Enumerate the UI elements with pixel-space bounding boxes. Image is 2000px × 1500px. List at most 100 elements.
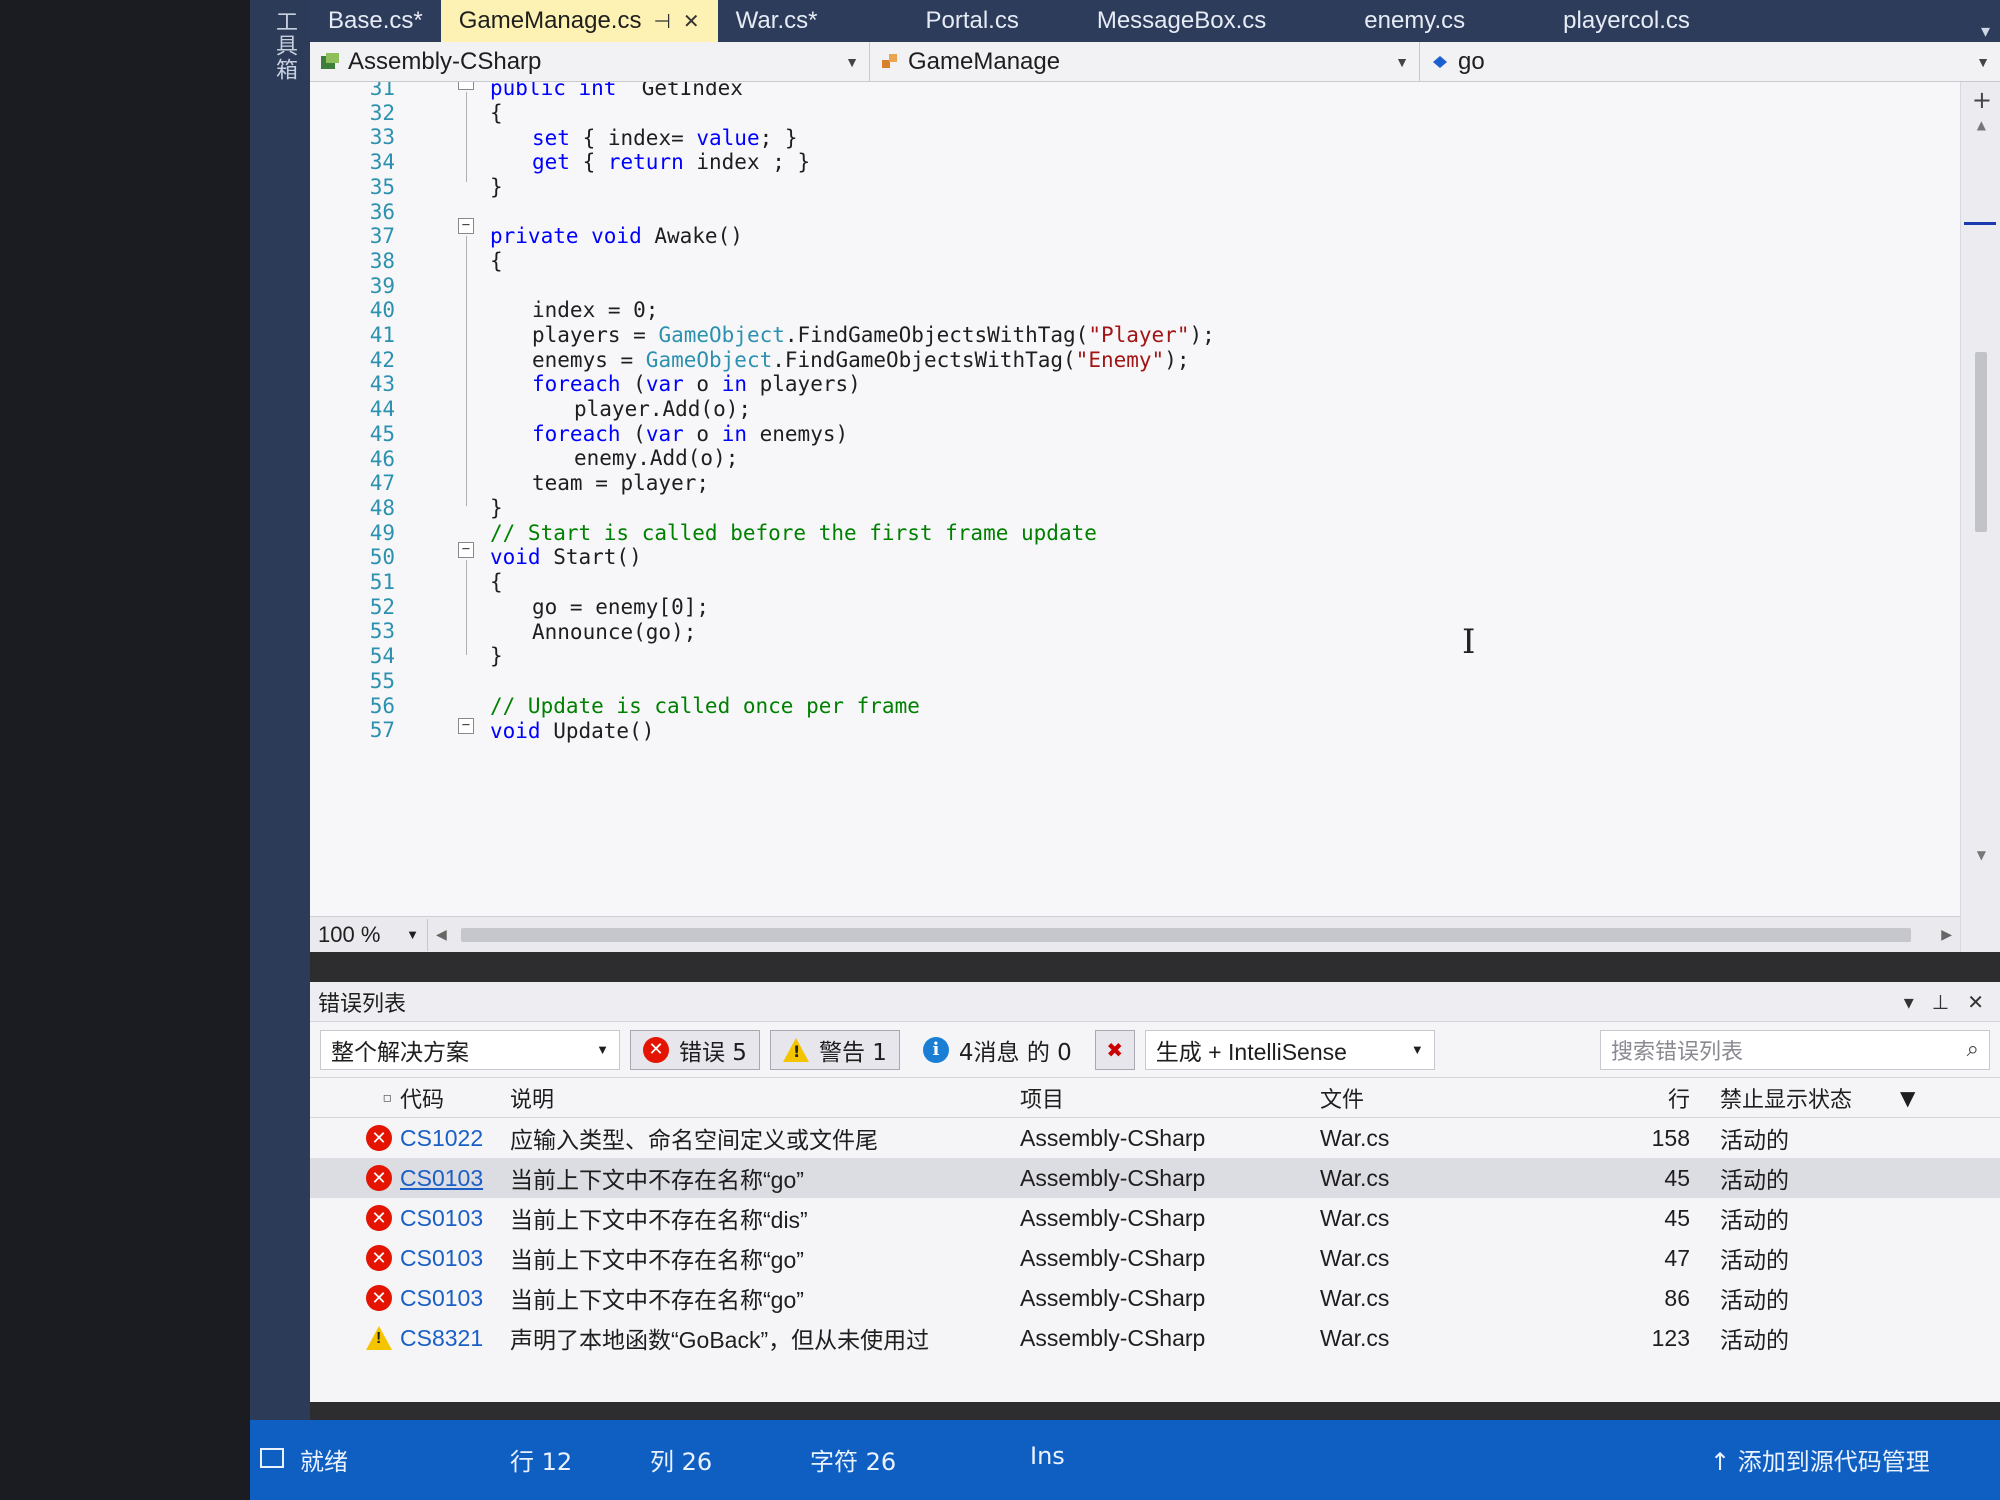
collapse-region-icon[interactable]: − xyxy=(458,82,474,90)
split-window-icon[interactable]: + xyxy=(1972,86,1992,114)
column-description[interactable]: 说明 xyxy=(510,1082,1020,1114)
error-row[interactable]: ✕ CS1022 应输入类型、命名空间定义或文件尾 Assembly-CSharp Wa… xyxy=(310,1118,2000,1158)
search-icon[interactable]: ⌕ xyxy=(1967,1037,1979,1062)
errors-filter-button[interactable]: ✕ 错误 5 xyxy=(630,1029,760,1070)
scroll-up-icon[interactable]: ▲ xyxy=(1977,118,1986,132)
code-line: index = 0; xyxy=(532,298,659,322)
line-number-gutter: 31 32 33 34 35 36 37 38 39 40 41 42 43 44 45 46 47 48 49 50… xyxy=(310,82,410,952)
code-line: enemy.Add(o); xyxy=(574,446,739,470)
error-code[interactable]: CS0103 xyxy=(400,1205,510,1232)
code-line: { xyxy=(490,570,503,594)
chevron-down-icon: ▼ xyxy=(1410,1042,1424,1057)
zoom-level: 100 % xyxy=(318,921,381,947)
tab-war[interactable]: War.cs* xyxy=(718,0,836,42)
error-line: 45 xyxy=(1664,1204,1690,1231)
scrollbar-thumb[interactable] xyxy=(1975,352,1987,532)
status-char: 字符 26 xyxy=(810,1448,897,1476)
error-code[interactable]: CS0103 xyxy=(400,1285,510,1312)
line-number: 45 xyxy=(369,421,395,446)
scope-value: 整个解决方案 xyxy=(331,1038,469,1065)
line-number: 48 xyxy=(369,495,395,520)
code-editor[interactable]: 31 32 33 34 35 36 37 38 39 40 41 42 43 44 45 46 47 48 49 50… xyxy=(310,82,2000,952)
messages-filter-button[interactable]: i 4消息 的 0 xyxy=(910,1030,1085,1070)
collapse-region-icon[interactable]: − xyxy=(458,718,474,734)
pin-icon[interactable]: ⊥ xyxy=(1932,990,1949,1014)
error-row[interactable]: ✕ CS0103 当前上下文中不存在名称“go” Assembly-CSharp War… xyxy=(310,1278,2000,1318)
chevron-down-icon: ▼ xyxy=(1395,54,1409,70)
error-code[interactable]: CS8321 xyxy=(400,1325,510,1352)
source-control-button[interactable]: ↑ 添加到源代码管理 xyxy=(1710,1442,1930,1477)
tab-label: playercol.cs xyxy=(1563,7,1690,34)
line-number: 40 xyxy=(369,298,395,323)
column-project[interactable]: 项目 xyxy=(1020,1082,1320,1114)
build-filter-value: 生成 + IntelliSense xyxy=(1155,1038,1347,1065)
error-code[interactable]: CS0103 xyxy=(400,1165,510,1192)
line-number: 36 xyxy=(369,199,395,224)
code-line: void Update() xyxy=(490,719,655,743)
tab-overflow-dropdown-icon[interactable]: ▾ xyxy=(1981,21,2000,42)
type-dropdown[interactable]: GameManage ▼ xyxy=(870,42,1420,82)
tab-gamemanage[interactable]: GameManage.cs ⊣ ✕ xyxy=(440,0,718,42)
tab-playercol[interactable]: playercol.cs xyxy=(1483,0,1708,42)
chevron-down-icon: ▼ xyxy=(406,927,419,942)
close-icon[interactable]: ✕ xyxy=(683,9,700,34)
severity-cell: ✕ xyxy=(310,1165,400,1191)
vertical-scrollbar[interactable]: + ▲ ▼ xyxy=(1960,82,2000,952)
collapse-region-icon[interactable]: − xyxy=(458,542,474,558)
column-line[interactable]: 行 xyxy=(1620,1082,1700,1114)
close-icon[interactable]: ✕ xyxy=(1967,990,1984,1014)
code-line: { xyxy=(490,101,503,125)
horizontal-scrollbar[interactable] xyxy=(460,927,1912,942)
dropdown-icon[interactable]: ▾ xyxy=(1904,990,1914,1014)
error-row[interactable]: ✕ CS0103 当前上下文中不存在名称“go” Assembly-CSharp War… xyxy=(310,1158,2000,1198)
chevron-down-icon: ▼ xyxy=(1976,54,1990,70)
error-row[interactable]: ✕ CS0103 当前上下文中不存在名称“go” Assembly-CSharp War… xyxy=(310,1238,2000,1278)
project-dropdown[interactable]: Assembly-CSharp ▼ xyxy=(310,42,870,82)
column-file[interactable]: 文件 xyxy=(1320,1082,1620,1114)
error-row[interactable]: CS8321声明了本地函数“GoBack”，但从未使用过 Assembly-CSh… xyxy=(310,1318,2000,1358)
filter-funnel-icon[interactable]: ▼ xyxy=(1900,1086,1915,1110)
error-description: 应输入类型、命名空间定义或文件尾 xyxy=(510,1127,878,1153)
member-dropdown[interactable]: go ▼ xyxy=(1420,42,2000,82)
scroll-down-icon[interactable]: ▼ xyxy=(1977,848,1986,862)
build-filter-dropdown[interactable]: 生成 + IntelliSense ▼ xyxy=(1144,1029,1435,1070)
error-search-input[interactable]: 搜索错误列表 ⌕ xyxy=(1600,1029,1990,1070)
pin-icon[interactable]: ⊣ xyxy=(653,9,670,34)
zoom-dropdown[interactable]: 100 % ▼ xyxy=(310,918,428,951)
error-file: War.cs xyxy=(1320,1204,1390,1231)
output-window-icon[interactable] xyxy=(260,1448,284,1468)
error-project: Assembly-CSharp xyxy=(1020,1284,1206,1311)
error-description: 当前上下文中不存在名称“dis” xyxy=(510,1207,808,1233)
error-file: War.cs xyxy=(1320,1164,1390,1191)
error-code[interactable]: CS0103 xyxy=(400,1245,510,1272)
error-suppression-state: 活动的 xyxy=(1720,1287,1789,1313)
code-comment: // Update is called once per frame xyxy=(490,694,920,718)
scroll-right-icon[interactable]: ▶ xyxy=(1941,927,1952,943)
error-table: ▫ 代码 说明 项目 文件 行 禁止显示状态 ▼ ✕ CS1022 应输入类型、命名… xyxy=(310,1078,2000,1358)
tab-messagebox[interactable]: MessageBox.cs xyxy=(1037,0,1284,42)
tab-portal[interactable]: Portal.cs xyxy=(835,0,1036,42)
filter-clear-button[interactable]: ✖ xyxy=(1094,1029,1135,1070)
project-name: Assembly-CSharp xyxy=(348,48,542,75)
scroll-left-icon[interactable]: ◀ xyxy=(436,927,447,943)
tab-enemy[interactable]: enemy.cs xyxy=(1284,0,1483,42)
sort-icon[interactable]: ▫ xyxy=(310,1090,400,1106)
column-code[interactable]: 代码 xyxy=(400,1082,510,1114)
collapse-region-icon[interactable]: − xyxy=(458,218,474,234)
column-suppression[interactable]: 禁止显示状态 xyxy=(1700,1082,1900,1114)
error-code[interactable]: CS1022 xyxy=(400,1125,510,1152)
line-number: 44 xyxy=(369,397,395,422)
error-list-titlebar: 错误列表 ▾ ⊥ ✕ xyxy=(310,982,2000,1022)
text-cursor-icon: I xyxy=(1462,622,1476,662)
error-row[interactable]: ✕ CS0103 当前上下文中不存在名称“dis” Assembly-CSharp Wa… xyxy=(310,1198,2000,1238)
line-number: 55 xyxy=(369,668,395,693)
error-description: 当前上下文中不存在名称“go” xyxy=(510,1167,804,1193)
scope-dropdown[interactable]: 整个解决方案 ▼ xyxy=(320,1029,620,1070)
line-number: 35 xyxy=(369,174,395,199)
error-file: War.cs xyxy=(1320,1284,1390,1311)
error-description: 当前上下文中不存在名称“go” xyxy=(510,1247,804,1273)
tab-base[interactable]: Base.cs* xyxy=(310,0,441,42)
error-file: War.cs xyxy=(1320,1244,1390,1271)
toolbox-side-tab[interactable]: 工具箱 xyxy=(250,0,310,1420)
warnings-filter-button[interactable]: 警告 1 xyxy=(769,1029,900,1070)
